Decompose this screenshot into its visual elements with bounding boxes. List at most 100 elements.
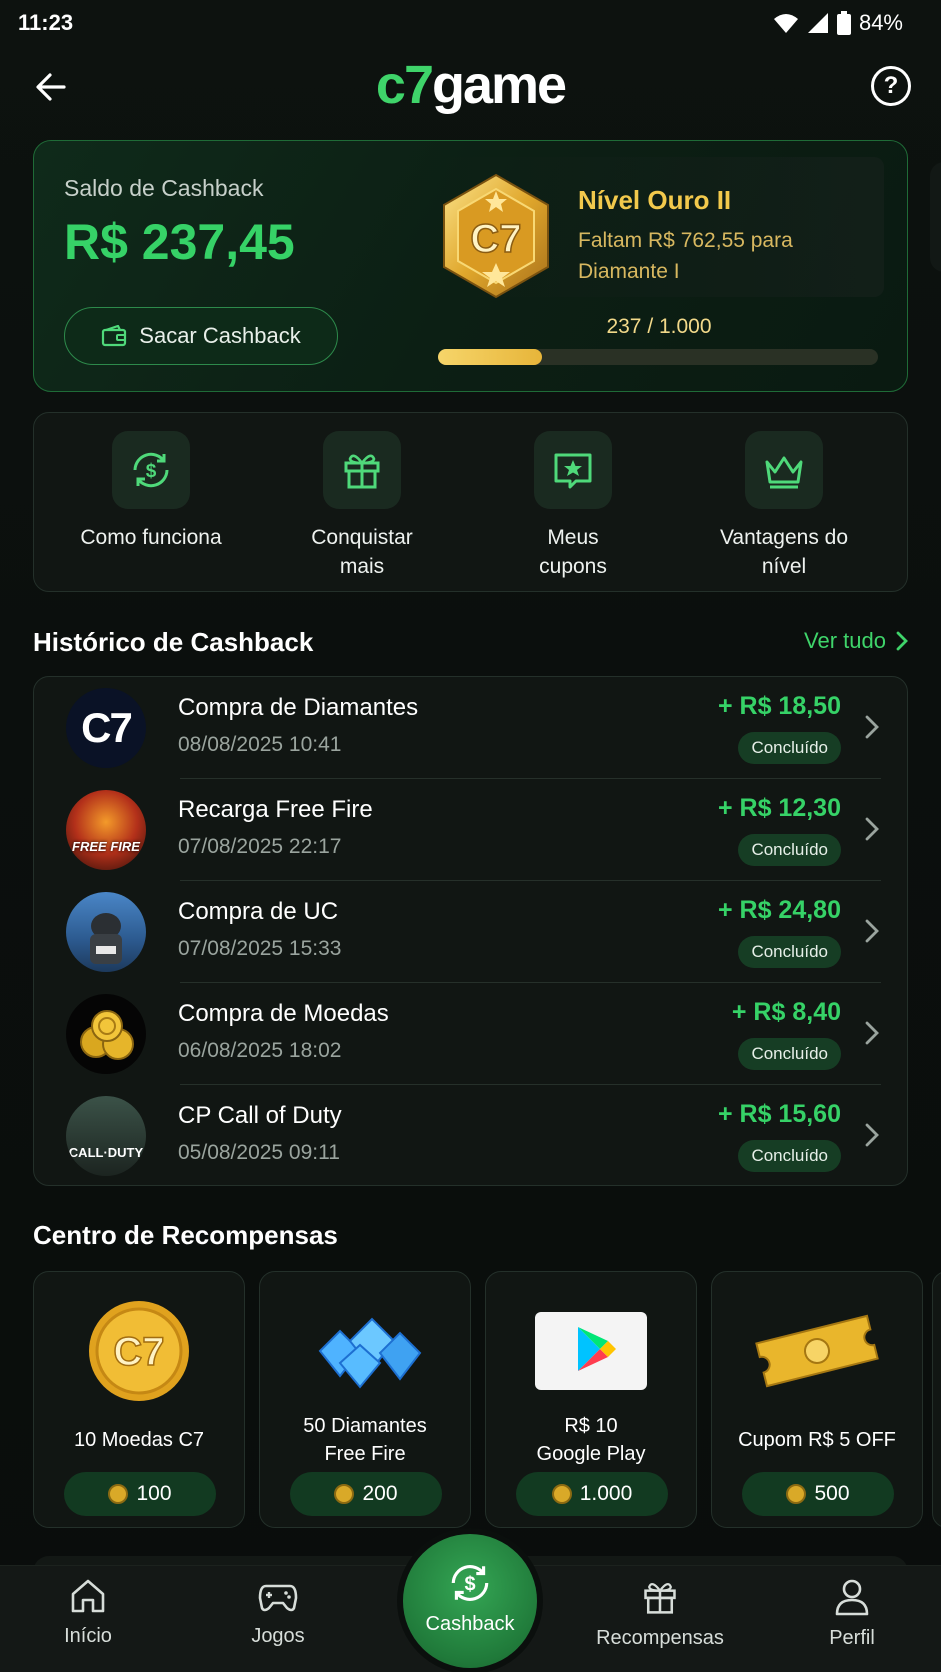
badge-text: C7 bbox=[470, 217, 521, 261]
reward-price: 1.000 bbox=[516, 1472, 668, 1516]
reward-price: 500 bbox=[742, 1472, 894, 1516]
chevron-right-icon bbox=[865, 919, 879, 943]
reward-label-line1: R$ 10 bbox=[564, 1415, 618, 1437]
cashback-label: Saldo de Cashback bbox=[64, 175, 264, 201]
google-play-card-image bbox=[486, 1296, 696, 1406]
home-icon bbox=[71, 1579, 105, 1613]
next-card-peek bbox=[930, 162, 941, 272]
reward-price-value: 1.000 bbox=[579, 1482, 633, 1505]
history-item-title: Compra de Moedas bbox=[178, 1000, 389, 1027]
dollar-cycle-icon: $ bbox=[451, 1565, 489, 1601]
quick-action-how-it-works[interactable]: $ Como funciona bbox=[46, 431, 256, 552]
reward-card[interactable]: 50 Diamantes Free Fire 200 bbox=[259, 1271, 471, 1528]
history-item-date: 06/08/2025 18:02 bbox=[178, 1039, 342, 1062]
app-logo: c7game bbox=[0, 54, 941, 116]
quick-action-level-benefits[interactable]: Vantagens do nível bbox=[679, 431, 889, 581]
reward-label-line1: 10 Moedas C7 bbox=[73, 1429, 205, 1451]
wallet-icon bbox=[102, 325, 127, 347]
nav-home[interactable]: Início bbox=[8, 1578, 168, 1648]
screen: 11:23 84% c7game ? Saldo de Cashback R$ … bbox=[0, 0, 941, 1672]
c7-coin-image: C7 bbox=[34, 1296, 244, 1406]
battery-percent: 84% bbox=[858, 10, 903, 35]
history-row[interactable]: Compra de UC 07/08/2025 15:33 + R$ 24,80… bbox=[34, 881, 909, 983]
history-row[interactable]: Compra de Moedas 06/08/2025 18:02 + R$ 8… bbox=[34, 983, 909, 1085]
wifi-icon bbox=[773, 14, 798, 33]
chevron-right-icon bbox=[865, 715, 879, 739]
level-badge-icon: C7 bbox=[438, 171, 554, 301]
history-item-amount: + R$ 15,60 bbox=[717, 1100, 841, 1128]
reward-label: 10 Moedas C7 bbox=[34, 1412, 244, 1454]
reward-price: 100 bbox=[64, 1472, 216, 1516]
quick-action-earn-more[interactable]: Conquistar mais bbox=[257, 431, 467, 581]
coin-icon bbox=[334, 1484, 355, 1504]
history-item-title: Recarga Free Fire bbox=[178, 796, 373, 823]
history-item-amount: + R$ 18,50 bbox=[717, 692, 841, 720]
c7-logo-avatar: C7 bbox=[66, 688, 146, 768]
reward-label-line1: 50 Diamantes bbox=[303, 1415, 427, 1437]
status-time: 11:23 bbox=[18, 10, 74, 35]
logo-game: game bbox=[432, 55, 567, 115]
cod-avatar-text: CALL·DUTY bbox=[68, 1145, 144, 1160]
chevron-right-icon bbox=[896, 631, 908, 651]
coin-text: C7 bbox=[113, 1330, 164, 1374]
quick-action-my-coupons[interactable]: Meus cupons bbox=[468, 431, 678, 581]
quick-action-icon-bg: $ bbox=[112, 431, 190, 509]
chevron-right-icon bbox=[865, 1021, 879, 1045]
withdraw-label: Sacar Cashback bbox=[139, 323, 301, 348]
history-item-title: Compra de UC bbox=[178, 898, 339, 925]
coin-icon bbox=[108, 1484, 129, 1504]
reward-card[interactable]: C7 10 Moedas C7 100 bbox=[33, 1271, 245, 1528]
quick-action-label: Como funciona bbox=[80, 526, 222, 549]
status-badge: Concluído bbox=[738, 1140, 841, 1172]
quick-action-icon-bg bbox=[323, 431, 401, 509]
gift-icon bbox=[344, 454, 380, 489]
coin-icon bbox=[551, 1484, 572, 1504]
cashback-card: Saldo de Cashback R$ 237,45 Sacar Cashba… bbox=[33, 140, 908, 392]
help-button[interactable]: ? bbox=[871, 66, 911, 106]
history-item-date: 08/08/2025 10:41 bbox=[178, 733, 342, 756]
reward-label: 50 Diamantes Free Fire bbox=[260, 1412, 470, 1468]
history-row[interactable]: FREE FIRE Recarga Free Fire 07/08/2025 2… bbox=[34, 779, 909, 881]
diamonds-image bbox=[260, 1296, 470, 1406]
status-badge: Concluído bbox=[738, 936, 841, 968]
nav-cashback[interactable]: $ Cashback bbox=[403, 1534, 537, 1668]
history-item-date: 07/08/2025 22:17 bbox=[178, 835, 342, 858]
nav-profile[interactable]: Perfil bbox=[772, 1578, 932, 1650]
history-row[interactable]: C7 Compra de Diamantes 08/08/2025 10:41 … bbox=[34, 677, 909, 779]
status-badge: Concluído bbox=[738, 1038, 841, 1070]
quick-action-icon-bg bbox=[534, 431, 612, 509]
level-title: Nível Ouro II bbox=[578, 185, 732, 215]
chevron-right-icon bbox=[865, 817, 879, 841]
reward-card[interactable]: Cupom R$ 5 OFF 500 bbox=[711, 1271, 923, 1528]
chevron-right-icon bbox=[865, 1123, 879, 1147]
nav-label: Cashback bbox=[425, 1613, 515, 1635]
c7-avatar-text: C7 bbox=[81, 704, 133, 751]
reward-card[interactable]: R$ 10 Google Play 1.000 bbox=[485, 1271, 697, 1528]
reward-label-line2: Google Play bbox=[536, 1443, 646, 1465]
coupon-star-icon bbox=[554, 453, 592, 489]
help-icon: ? bbox=[883, 72, 899, 99]
reward-price: 200 bbox=[290, 1472, 442, 1516]
history-item-title: CP Call of Duty bbox=[178, 1102, 342, 1129]
withdraw-cashback-button[interactable]: Sacar Cashback bbox=[64, 307, 338, 365]
reward-label: Cupom R$ 5 OFF bbox=[712, 1412, 922, 1454]
reward-price-value: 200 bbox=[362, 1482, 398, 1505]
see-all-label: Ver tudo bbox=[804, 628, 886, 653]
free-fire-avatar-text: FREE FIRE bbox=[72, 839, 140, 854]
quick-action-label: Conquistar mais bbox=[311, 526, 413, 578]
status-badge: Concluído bbox=[738, 834, 841, 866]
nav-games[interactable]: Jogos bbox=[198, 1578, 358, 1648]
see-all-link[interactable]: Ver tudo bbox=[804, 628, 908, 654]
nav-rewards[interactable]: Recompensas bbox=[580, 1578, 740, 1650]
free-fire-avatar: FREE FIRE bbox=[66, 790, 146, 870]
call-of-duty-avatar: CALL·DUTY bbox=[66, 1096, 146, 1176]
nav-label: Perfil bbox=[829, 1627, 875, 1649]
battery-icon bbox=[836, 11, 851, 35]
history-item-amount: + R$ 8,40 bbox=[731, 998, 841, 1026]
history-title: Histórico de Cashback bbox=[33, 627, 314, 657]
reward-label-line2: Free Fire bbox=[324, 1443, 406, 1465]
logo-c7: c7 bbox=[375, 55, 434, 115]
history-item-date: 07/08/2025 15:33 bbox=[178, 937, 342, 960]
crown-icon bbox=[765, 456, 803, 489]
history-row[interactable]: CALL·DUTY CP Call of Duty 05/08/2025 09:… bbox=[34, 1085, 909, 1187]
